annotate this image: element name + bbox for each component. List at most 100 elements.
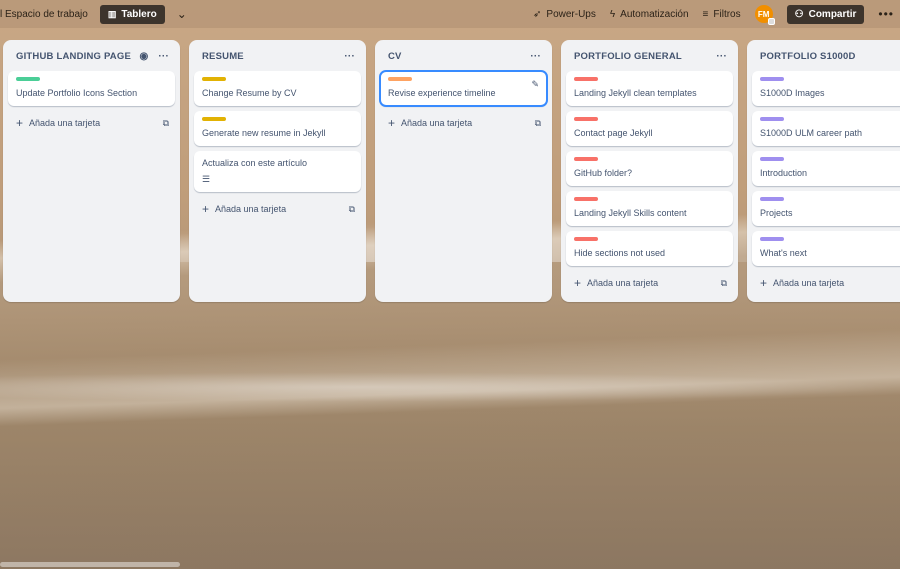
list: GITHUB LANDING PAGE ◉ ··· Update Portfolio … [3, 40, 180, 302]
horizontal-scrollbar[interactable] [0, 562, 180, 567]
card[interactable]: S1000D Images [752, 71, 900, 106]
lightning-icon: ϟ [609, 8, 616, 20]
card-label[interactable] [16, 77, 40, 81]
add-card-button[interactable]: +Añada una tarjeta⧉ [752, 270, 900, 296]
list-header[interactable]: RESUME ··· [194, 46, 361, 66]
card[interactable]: Landing Jekyll clean templates [566, 71, 733, 106]
card-label[interactable] [388, 77, 412, 81]
add-card-button[interactable]: + Añada una tarjeta ⧉ [566, 270, 733, 296]
list-title[interactable]: CV [388, 51, 530, 62]
add-user-icon: ⚇ [794, 8, 804, 20]
list-menu-icon[interactable]: ··· [158, 51, 169, 62]
card-label[interactable] [760, 117, 784, 121]
card-label[interactable] [574, 197, 598, 201]
card[interactable]: Introduction [752, 151, 900, 186]
card-list: Revise experience timeline ✎ [379, 70, 548, 107]
card-label[interactable] [760, 77, 784, 81]
card[interactable]: Actualiza con este artículo ☰ [194, 151, 361, 192]
card[interactable]: Landing Jekyll Skills content [566, 191, 733, 226]
card-label[interactable] [760, 157, 784, 161]
card-title: Update Portfolio Icons Section [16, 88, 138, 98]
share-label: Compartir [808, 8, 857, 20]
card-label[interactable] [760, 197, 784, 201]
board-lists: GITHUB LANDING PAGE ◉ ··· Update Portfolio … [3, 40, 900, 302]
list-title[interactable]: PORTFOLIO GENERAL [574, 51, 716, 62]
card-template-icon[interactable]: ⧉ [349, 204, 355, 215]
card-template-icon[interactable]: ⧉ [721, 278, 727, 289]
add-card-label: Añada una tarjeta [587, 278, 659, 288]
background-wave [0, 372, 900, 402]
card-label[interactable] [574, 77, 598, 81]
list-title[interactable]: PORTFOLIO S1000D [760, 51, 900, 62]
plus-icon: + [388, 116, 396, 130]
card-label[interactable] [760, 237, 784, 241]
list-menu-icon[interactable]: ··· [344, 51, 355, 62]
more-menu-icon[interactable]: ••• [878, 7, 894, 21]
card-list: Change Resume by CV Generate new resume i… [194, 71, 361, 192]
edit-pencil-icon[interactable]: ✎ [531, 79, 539, 90]
list-header[interactable]: CV ··· [380, 46, 547, 66]
card-title: Contact page Jekyll [574, 128, 653, 138]
list-actions: ··· [344, 51, 355, 62]
card-template-icon[interactable]: ⧉ [535, 118, 541, 129]
add-card-button[interactable]: +Añada una tarjeta⧉ [8, 110, 175, 136]
automation-label: Automatización [620, 8, 689, 20]
plus-icon: + [574, 276, 582, 290]
card-title: S1000D Images [760, 88, 825, 98]
list: RESUME ··· Change Resume by CV Generate new… [189, 40, 366, 302]
card[interactable]: Update Portfolio Icons Section [8, 71, 175, 106]
add-card-label: Añada una tarjeta [401, 118, 473, 128]
card[interactable]: Hide sections not used [566, 231, 733, 266]
card-template-icon[interactable]: ⧉ [163, 118, 169, 129]
card[interactable]: Generate new resume in Jekyll [194, 111, 361, 146]
add-card-button[interactable]: + Añada una tarjeta ⧉ [380, 110, 547, 136]
list: PORTFOLIO S1000D··· S1000D Images S1000D U… [747, 40, 900, 302]
list-title[interactable]: GITHUB LANDING PAGE [16, 51, 139, 62]
list: CV ··· Revise experience timeline ✎ + Añada u… [375, 40, 552, 302]
list-title[interactable]: RESUME [202, 51, 344, 62]
card-label[interactable] [202, 117, 226, 121]
card-title: Revise experience timeline [388, 88, 496, 98]
avatar[interactable]: FM [754, 5, 775, 25]
powerups-button[interactable]: ➶ Power-Ups [533, 9, 596, 20]
plus-icon: + [202, 202, 210, 216]
automation-button[interactable]: ϟ Automatización [610, 9, 689, 20]
card-label[interactable] [574, 157, 598, 161]
list-header[interactable]: PORTFOLIO S1000D··· [752, 46, 900, 66]
description-icon: ☰ [202, 174, 211, 184]
card[interactable]: What's next [752, 231, 900, 266]
card[interactable]: S1000D ULM career path [752, 111, 900, 146]
add-card-label: Añada una tarjeta [773, 278, 845, 288]
card-title: Actualiza con este artículo [202, 158, 308, 168]
card[interactable]: Revise experience timeline ✎ [379, 70, 548, 107]
card[interactable]: Change Resume by CV [194, 71, 361, 106]
card-label[interactable] [574, 237, 598, 241]
chevron-down-icon[interactable]: ⌄ [173, 7, 191, 21]
card-label[interactable] [202, 77, 226, 81]
card-title: Hide sections not used [574, 248, 666, 258]
list-header[interactable]: PORTFOLIO GENERAL ··· [566, 46, 733, 66]
card-title: GitHub folder? [574, 168, 633, 178]
board-view-button[interactable]: ▥ Tablero [99, 4, 165, 24]
list-actions: ··· [530, 51, 541, 62]
card-title: S1000D ULM career path [760, 128, 863, 138]
card-title: Generate new resume in Jekyll [202, 128, 326, 138]
workspace-visibility-label[interactable]: l Espacio de trabajo [0, 9, 88, 20]
watch-eye-icon[interactable]: ◉ [139, 51, 148, 62]
list: PORTFOLIO GENERAL ··· Landing Jekyll clean… [561, 40, 738, 302]
share-button[interactable]: ⚇ Compartir [786, 4, 865, 24]
card-title: Landing Jekyll Skills content [574, 208, 687, 218]
add-card-button[interactable]: +Añada una tarjeta⧉ [194, 196, 361, 222]
powerups-label: Power-Ups [546, 8, 596, 20]
card-list: S1000D Images S1000D ULM career path Intro… [752, 71, 900, 266]
card[interactable]: Contact page Jekyll [566, 111, 733, 146]
list-menu-icon[interactable]: ··· [530, 51, 541, 62]
add-card-label: Añada una tarjeta [29, 118, 101, 128]
card-label[interactable] [574, 117, 598, 121]
filters-button[interactable]: ≡ Filtros [703, 9, 741, 20]
list-menu-icon[interactable]: ··· [716, 51, 727, 62]
card[interactable]: GitHub folder? [566, 151, 733, 186]
card[interactable]: Projects [752, 191, 900, 226]
list-header[interactable]: GITHUB LANDING PAGE ◉ ··· [8, 46, 175, 66]
card-title: Change Resume by CV [202, 88, 297, 98]
